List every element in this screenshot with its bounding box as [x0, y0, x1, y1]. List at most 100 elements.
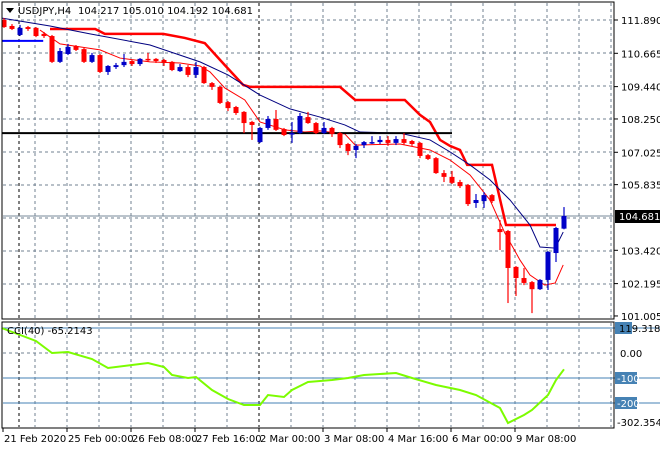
candle-body [337, 133, 343, 146]
bear-candle [457, 179, 463, 189]
time-label: 3 Mar 08:00 [324, 434, 384, 445]
time-label: 6 Mar 00:00 [452, 434, 512, 445]
bear-candle [233, 105, 239, 115]
candle-body [305, 117, 311, 124]
candle-body [449, 176, 455, 183]
candle-body [521, 278, 527, 283]
bear-candle [465, 183, 471, 206]
cci-panel-border [1, 321, 615, 429]
time-label: 21 Feb 2020 [4, 434, 66, 445]
candle-body [185, 67, 191, 75]
bull-candle [257, 126, 263, 143]
candle-body [321, 127, 327, 134]
bear-candle [25, 25, 31, 31]
bull-candle [369, 136, 375, 144]
bear-candle [209, 81, 215, 90]
bear-candle [81, 48, 87, 63]
candle-body [73, 46, 79, 50]
candle-body [113, 65, 119, 68]
candle-body [217, 86, 223, 103]
candle-body [89, 55, 95, 62]
bear-candle [529, 281, 535, 314]
bear-candle [425, 154, 431, 161]
bear-candle [41, 31, 47, 38]
candle-body [241, 111, 247, 124]
current-price-label: 104.681 [619, 212, 660, 223]
bear-candle [281, 127, 287, 137]
bull-candle [377, 136, 383, 144]
candle-body [137, 58, 143, 65]
time-axis: 21 Feb 2020 25 Feb 00:0026 Feb 08:0027 Fe… [2, 428, 576, 445]
price-label: 108.250 [621, 115, 660, 126]
candle-body [465, 185, 471, 205]
bull-candle [537, 279, 543, 290]
candle-body [65, 46, 71, 54]
time-label: 9 Mar 08:00 [516, 434, 576, 445]
candle-body [409, 140, 415, 144]
candle-body [97, 55, 103, 72]
candle-body [385, 139, 391, 143]
ma-fast-line [39, 29, 564, 286]
candle-body [481, 195, 487, 202]
bear-candle [449, 170, 455, 184]
candle-body [169, 61, 175, 71]
candle-body [537, 279, 543, 290]
candle-body [25, 27, 31, 29]
bear-candle [129, 59, 135, 66]
cci-line [1, 327, 565, 425]
bull-candle [17, 24, 23, 37]
bear-candle [505, 229, 511, 304]
bear-candle [9, 24, 15, 31]
candle-body [297, 115, 303, 134]
bear-candle [145, 52, 151, 62]
bear-candle [497, 220, 503, 251]
collapse-triangle-icon[interactable] [6, 8, 14, 13]
candle-body [401, 139, 407, 143]
candle-body [417, 142, 423, 156]
bear-candle [241, 111, 247, 134]
candle-body [81, 49, 87, 62]
candle-body [153, 58, 159, 62]
price-axis: 111.890 110.665 109.440 108.250 107.025 105.8… [614, 16, 660, 323]
candle-body [41, 33, 47, 37]
candle-body [9, 25, 15, 29]
bear-candle [201, 65, 207, 84]
bear-candle [521, 267, 527, 286]
candle-body [161, 59, 167, 63]
bear-candle [249, 120, 255, 140]
time-label: 4 Mar 16:00 [388, 434, 448, 445]
bull-candle [113, 62, 119, 69]
candle-body [377, 139, 383, 143]
bear-candle [417, 142, 423, 159]
time-label: 2 Mar 00:00 [260, 434, 320, 445]
candle-body [425, 155, 431, 159]
time-label: 25 Feb 00:00 [68, 434, 134, 445]
price-label: 105.835 [621, 181, 660, 192]
candle-body [489, 195, 495, 202]
cci-panel [1, 327, 660, 425]
candle-body [233, 107, 239, 113]
time-label: 26 Feb 08:00 [132, 434, 198, 445]
bear-candle [225, 101, 231, 112]
cci-m200-label: -200 [617, 399, 640, 410]
bull-candle [89, 52, 95, 63]
candle-body [361, 142, 367, 146]
candle-body [129, 61, 135, 65]
bear-candle [409, 139, 415, 146]
candle-body [553, 228, 559, 254]
main-panel-border [1, 1, 615, 320]
cci-title: CCI(40) -65.2143 [7, 326, 93, 337]
candle-body [265, 118, 271, 128]
bull-candle [265, 115, 271, 130]
price-label: 110.665 [621, 49, 660, 60]
price-chart[interactable]: USDJPY,H4 104.217 105.010 104.192 104.68… [0, 0, 660, 450]
candle-body [505, 230, 511, 268]
bull-candle [321, 121, 327, 134]
candle-body [457, 182, 463, 187]
bull-candle [57, 48, 63, 63]
candle-body [49, 36, 55, 62]
candle-body [289, 133, 295, 135]
bear-candle [313, 121, 319, 134]
candle-body [329, 127, 335, 134]
candle-body [441, 173, 447, 177]
